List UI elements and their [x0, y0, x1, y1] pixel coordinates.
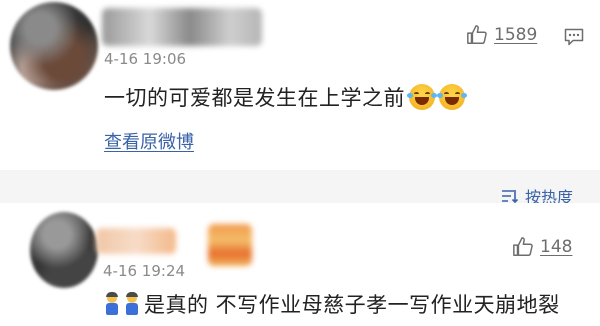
comment-time: 4-16 19:24 — [103, 262, 186, 280]
like-button[interactable]: 1589 — [466, 24, 537, 46]
person-emoji — [124, 292, 140, 315]
username-redacted[interactable] — [96, 228, 176, 254]
comment-text: 是真的 不写作业母慈子孝一写作业天崩地裂 — [104, 289, 560, 319]
comment-text: 一切的可爱都是发生在上学之前 — [104, 82, 467, 112]
like-count: 148 — [540, 237, 573, 257]
avatar[interactable] — [10, 2, 98, 90]
laugh-cry-emoji — [407, 84, 437, 110]
person-emoji — [104, 292, 120, 315]
username-redacted[interactable] — [102, 8, 262, 46]
thumbs-up-icon — [513, 237, 533, 256]
comment-body: 是真的 不写作业母慈子孝一写作业天崩地裂 — [144, 293, 560, 317]
comment-menu-icon[interactable] — [564, 28, 584, 46]
avatar[interactable] — [30, 212, 98, 288]
comment-2: 4-16 19:24 148 是真的 不写作业母慈子孝一写作业天崩地裂 — [0, 203, 600, 326]
thumbs-up-icon — [467, 25, 487, 44]
comment-1: 4-16 19:06 1589 一切的可爱都是发生在上学之前 查看原微博 — [0, 0, 600, 170]
sort-icon — [502, 190, 519, 203]
like-button[interactable]: 148 — [512, 236, 572, 258]
comment-time: 4-16 19:06 — [104, 50, 187, 68]
comment-body: 一切的可爱都是发生在上学之前 — [104, 86, 405, 110]
username-decoration — [208, 224, 252, 266]
view-original-link[interactable]: 查看原微博 — [104, 128, 194, 154]
laugh-cry-emoji — [437, 84, 467, 110]
like-count: 1589 — [494, 25, 538, 45]
